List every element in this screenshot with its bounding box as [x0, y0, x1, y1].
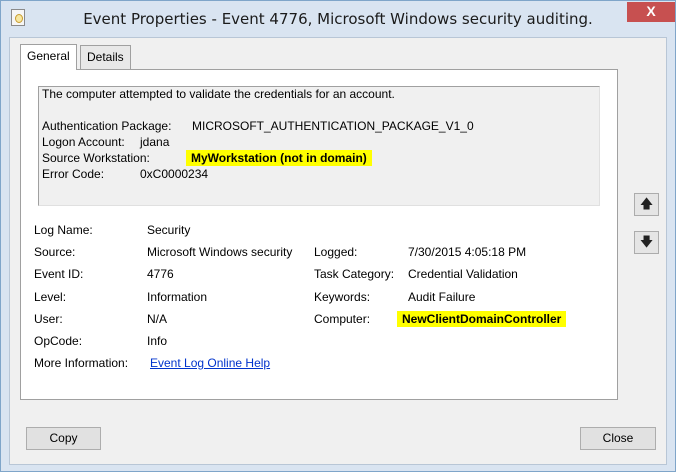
source-value: Microsoft Windows security [147, 245, 293, 259]
dialog-client-area: General Details The computer attempted t… [9, 37, 667, 465]
event-id-value: 4776 [147, 267, 174, 281]
logon-account-value: jdana [140, 135, 170, 149]
general-panel: The computer attempted to validate the c… [20, 69, 618, 400]
arrow-down-icon: 🡇 [639, 234, 654, 249]
error-code-value: 0xC0000234 [140, 167, 209, 181]
event-description-box[interactable]: The computer attempted to validate the c… [38, 86, 600, 206]
logged-label: Logged: [314, 245, 358, 259]
source-workstation-value: MyWorkstation (not in domain) [186, 150, 372, 166]
task-category-label: Task Category: [314, 267, 395, 281]
close-button[interactable]: Close [580, 427, 656, 450]
computer-label: Computer: [314, 312, 371, 326]
event-id-label: Event ID: [34, 267, 84, 281]
event-log-online-help-link[interactable]: Event Log Online Help [150, 356, 270, 370]
auth-package-label: Authentication Package: [42, 119, 172, 133]
logon-account-label: Logon Account: [42, 135, 125, 149]
auth-package-value: MICROSOFT_AUTHENTICATION_PACKAGE_V1_0 [192, 119, 474, 133]
window-title: Event Properties - Event 4776, Microsoft… [83, 10, 593, 28]
opcode-value: Info [147, 334, 168, 348]
user-label: User: [34, 312, 63, 326]
more-information-label: More Information: [34, 356, 129, 370]
level-value: Information [147, 290, 208, 304]
user-value: N/A [147, 312, 168, 326]
keywords-value: Audit Failure [408, 290, 476, 304]
log-name-label: Log Name: [34, 223, 93, 237]
error-code-label: Error Code: [42, 167, 105, 181]
log-name-value: Security [147, 223, 191, 237]
task-category-value: Credential Validation [408, 267, 518, 281]
next-event-button[interactable]: 🡇 [634, 231, 659, 254]
computer-value: NewClientDomainController [397, 311, 567, 327]
previous-event-button[interactable]: 🡅 [634, 193, 659, 216]
tab-details[interactable]: Details [80, 45, 131, 69]
opcode-label: OpCode: [34, 334, 83, 348]
title-bar[interactable]: Event Properties - Event 4776, Microsoft… [1, 1, 675, 37]
tab-general[interactable]: General [20, 44, 77, 70]
source-workstation-label: Source Workstation: [42, 151, 150, 165]
close-window-button[interactable]: X [627, 2, 675, 22]
event-properties-window: Event Properties - Event 4776, Microsoft… [0, 0, 676, 472]
logged-value: 7/30/2015 4:05:18 PM [408, 245, 527, 259]
description-intro: The computer attempted to validate the c… [42, 87, 395, 101]
level-label: Level: [34, 290, 67, 304]
copy-button[interactable]: Copy [26, 427, 101, 450]
keywords-label: Keywords: [314, 290, 371, 304]
arrow-up-icon: 🡅 [639, 196, 654, 211]
source-label: Source: [34, 245, 76, 259]
